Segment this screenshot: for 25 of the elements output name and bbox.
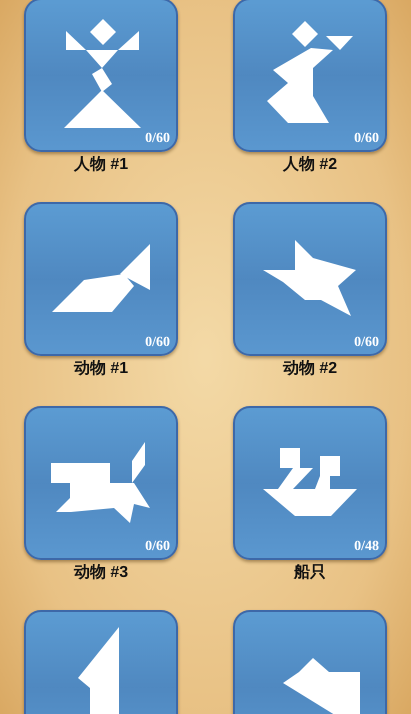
tangram-figure-icon (78, 627, 119, 714)
progress-count: 0/60 (145, 539, 170, 555)
progress-count: 0/48 (354, 539, 379, 555)
level-tile[interactable]: 0/60 (233, 202, 387, 356)
fish-icon (52, 244, 150, 312)
boat-icon (263, 448, 357, 516)
progress-count: 0/60 (354, 335, 379, 351)
level-title: 人物 #2 (282, 155, 338, 175)
dog-icon (51, 442, 150, 523)
level-title: 动物 #1 (74, 359, 128, 379)
dancer-figure-icon (64, 19, 141, 128)
level-tile[interactable]: 0/60 (233, 0, 387, 152)
level-tile[interactable]: 0/48 (233, 406, 387, 560)
level-title: 船只 (294, 563, 326, 583)
tangram-figure-icon (283, 658, 360, 714)
level-tile[interactable]: 0/60 (24, 202, 178, 356)
kneeling-figure-icon (267, 21, 353, 123)
level-title: 动物 #2 (282, 359, 338, 379)
level-tile[interactable]: 0/60 (24, 406, 178, 560)
progress-count: 0/60 (145, 131, 170, 147)
progress-count: 0/60 (354, 131, 379, 147)
level-title: 动物 #3 (74, 563, 128, 583)
level-title: 人物 #1 (74, 155, 128, 175)
progress-count: 0/60 (145, 335, 170, 351)
level-tile[interactable]: 0/60 (24, 0, 178, 152)
